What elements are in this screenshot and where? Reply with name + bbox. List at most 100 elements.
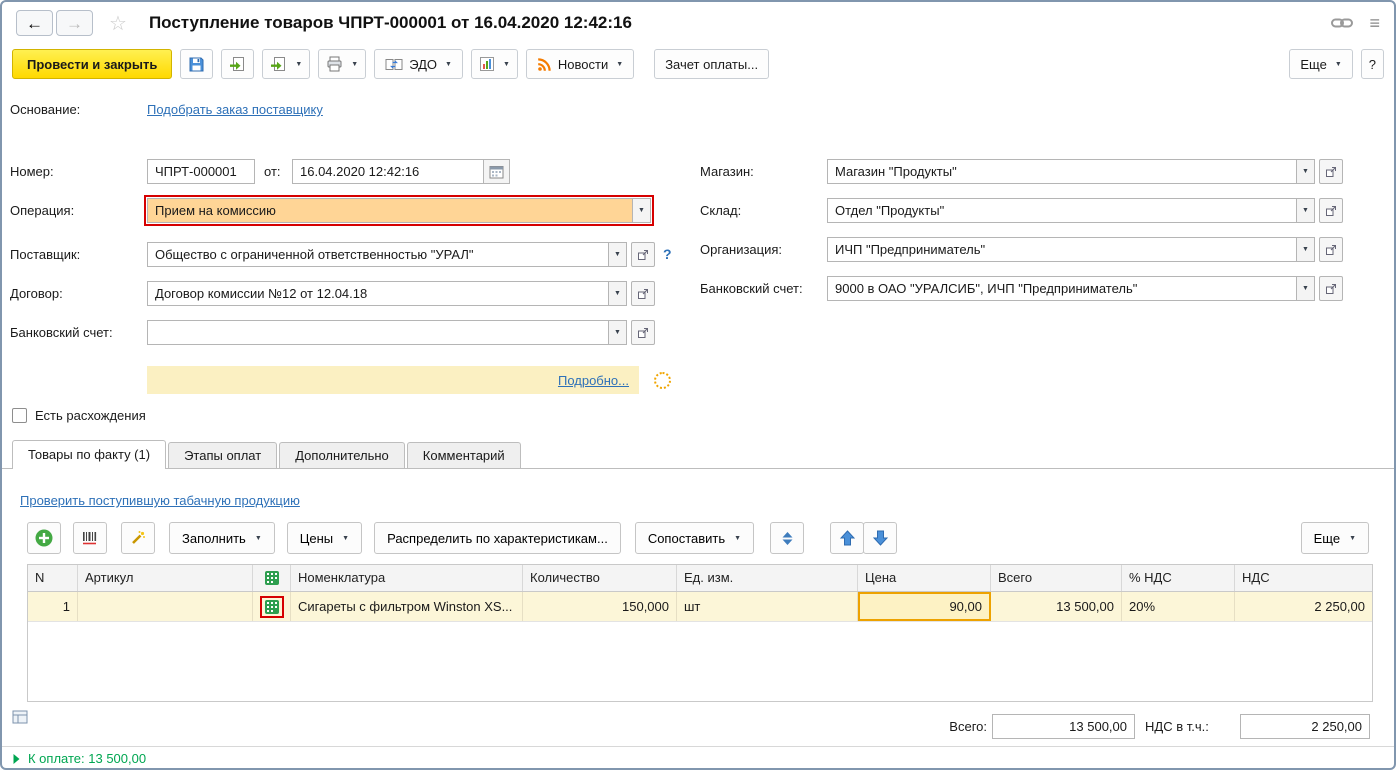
cell-n[interactable]: 1 xyxy=(28,592,78,621)
move-row-up-button[interactable] xyxy=(830,522,864,554)
match-button[interactable]: Сопоставить ▼ xyxy=(635,522,754,554)
tab-goods-actual[interactable]: Товары по факту (1) xyxy=(12,440,166,469)
organization-dropdown-button[interactable]: ▼ xyxy=(1297,237,1315,262)
post-document-button[interactable] xyxy=(221,49,254,79)
cell-marking[interactable] xyxy=(253,592,291,621)
sort-updown-button[interactable] xyxy=(770,522,804,554)
fill-button[interactable]: Заполнить ▼ xyxy=(169,522,275,554)
col-header-nomenclature[interactable]: Номенклатура xyxy=(291,565,523,591)
warehouse-open-button[interactable] xyxy=(1319,198,1343,223)
cell-price[interactable]: 90,00 xyxy=(858,592,991,621)
col-header-n[interactable]: N xyxy=(28,565,78,591)
payment-offset-button[interactable]: Зачет оплаты... xyxy=(654,49,769,79)
help-button[interactable]: ? xyxy=(1361,49,1384,79)
date-field[interactable]: 16.04.2020 12:42:16 xyxy=(292,159,510,184)
supplier-help-icon[interactable]: ? xyxy=(663,242,672,267)
store-open-button[interactable] xyxy=(1319,159,1343,184)
organization-open-button[interactable] xyxy=(1319,237,1343,262)
cell-unit[interactable]: шт xyxy=(677,592,858,621)
contract-value[interactable]: Договор комиссии №12 от 12.04.18 xyxy=(147,281,609,306)
supplier-value[interactable]: Общество с ограниченной ответственностью… xyxy=(147,242,609,267)
select-supplier-order-link[interactable]: Подобрать заказ поставщику xyxy=(147,97,323,122)
store-value[interactable]: Магазин "Продукты" xyxy=(827,159,1297,184)
barcode-scanner-button[interactable] xyxy=(73,522,107,554)
discrepancies-checkbox-row[interactable]: Есть расхождения xyxy=(12,408,146,423)
total-field[interactable]: 13 500,00 xyxy=(992,714,1135,739)
supplier-open-button[interactable] xyxy=(631,242,655,267)
news-button[interactable]: Новости ▼ xyxy=(526,49,634,79)
favorites-star-icon[interactable]: ☆ xyxy=(109,11,127,36)
back-button[interactable]: ← xyxy=(16,10,53,36)
org-bank-account-field[interactable]: 9000 в ОАО "УРАЛСИБ", ИЧП "Предпринимате… xyxy=(827,276,1343,301)
col-header-quantity[interactable]: Количество xyxy=(523,565,677,591)
bank-account-value[interactable] xyxy=(147,320,609,345)
magic-wand-button[interactable] xyxy=(121,522,155,554)
cell-article[interactable] xyxy=(78,592,253,621)
col-header-article[interactable]: Артикул xyxy=(78,565,253,591)
operation-dropdown-button[interactable]: ▼ xyxy=(633,198,651,223)
print-button[interactable]: ▼ xyxy=(318,49,366,79)
bank-account-dropdown-button[interactable]: ▼ xyxy=(609,320,627,345)
contract-dropdown-button[interactable]: ▼ xyxy=(609,281,627,306)
tab-comment[interactable]: Комментарий xyxy=(407,442,521,468)
more-button[interactable]: Еще ▼ xyxy=(1289,49,1352,79)
date-value[interactable]: 16.04.2020 12:42:16 xyxy=(292,159,484,184)
warehouse-field[interactable]: Отдел "Продукты" ▼ xyxy=(827,198,1343,223)
bank-account-open-button[interactable] xyxy=(631,320,655,345)
forward-button[interactable]: → xyxy=(56,10,93,36)
discrepancies-checkbox[interactable] xyxy=(12,408,27,423)
supplier-dropdown-button[interactable]: ▼ xyxy=(609,242,627,267)
col-header-price[interactable]: Цена xyxy=(858,565,991,591)
store-field[interactable]: Магазин "Продукты" ▼ xyxy=(827,159,1343,184)
operation-value[interactable]: Прием на комиссию xyxy=(147,198,633,223)
cell-vat-rate[interactable]: 20% xyxy=(1122,592,1235,621)
add-row-button[interactable] xyxy=(27,522,61,554)
post-and-close-button[interactable]: Провести и закрыть xyxy=(12,49,172,79)
cell-quantity[interactable]: 150,000 xyxy=(523,592,677,621)
number-field[interactable]: ЧПРТ-000001 xyxy=(147,159,255,184)
chevron-down-icon: ▼ xyxy=(1302,168,1309,175)
col-header-vat-rate[interactable]: % НДС xyxy=(1122,565,1235,591)
bank-account-field[interactable]: ▼ xyxy=(147,320,655,345)
reports-button[interactable]: ▼ xyxy=(471,49,518,79)
distribute-button[interactable]: Распределить по характеристикам... xyxy=(374,522,621,554)
cell-vat[interactable]: 2 250,00 xyxy=(1235,592,1372,621)
tab-payment-stages[interactable]: Этапы оплат xyxy=(168,442,277,468)
post-menu-button[interactable]: ▼ xyxy=(262,49,310,79)
supplier-field[interactable]: Общество с ограниченной ответственностью… xyxy=(147,242,655,267)
prices-button[interactable]: Цены ▼ xyxy=(287,522,362,554)
details-link[interactable]: Подробно... xyxy=(558,368,629,393)
payable-expander[interactable]: К оплате: 13 500,00 xyxy=(12,751,146,766)
cell-total[interactable]: 13 500,00 xyxy=(991,592,1122,621)
col-header-marking[interactable] xyxy=(253,565,291,591)
org-bank-account-open-button[interactable] xyxy=(1319,276,1343,301)
warehouse-value[interactable]: Отдел "Продукты" xyxy=(827,198,1297,223)
table-more-button[interactable]: Еще ▼ xyxy=(1301,522,1369,554)
calendar-button[interactable] xyxy=(484,159,510,184)
check-tobacco-link[interactable]: Проверить поступившую табачную продукцию xyxy=(20,488,300,513)
contract-field[interactable]: Договор комиссии №12 от 12.04.18 ▼ xyxy=(147,281,655,306)
summary-panel-icon[interactable] xyxy=(12,710,28,727)
contract-open-button[interactable] xyxy=(631,281,655,306)
save-button[interactable] xyxy=(180,49,213,79)
organization-field[interactable]: ИЧП "Предприниматель" ▼ xyxy=(827,237,1343,262)
command-bar: Провести и закрыть ▼ ▼ ЭДО ▼ ▼ Новости ▼ xyxy=(2,46,1394,82)
operation-field[interactable]: Прием на комиссию ▼ xyxy=(147,198,651,223)
organization-value[interactable]: ИЧП "Предприниматель" xyxy=(827,237,1297,262)
warehouse-dropdown-button[interactable]: ▼ xyxy=(1297,198,1315,223)
tab-additional[interactable]: Дополнительно xyxy=(279,442,405,468)
org-bank-account-dropdown-button[interactable]: ▼ xyxy=(1297,276,1315,301)
col-header-total[interactable]: Всего xyxy=(991,565,1122,591)
col-header-unit[interactable]: Ед. изм. xyxy=(677,565,858,591)
get-link-icon[interactable] xyxy=(1331,17,1353,29)
move-row-down-button[interactable] xyxy=(863,522,897,554)
table-row[interactable]: 1 Сигареты с фильтром Winston XS... 150,… xyxy=(28,592,1372,622)
number-value[interactable]: ЧПРТ-000001 xyxy=(147,159,255,184)
cell-nomenclature[interactable]: Сигареты с фильтром Winston XS... xyxy=(291,592,523,621)
window-menu-icon[interactable]: ≡ xyxy=(1369,13,1380,34)
org-bank-account-value[interactable]: 9000 в ОАО "УРАЛСИБ", ИЧП "Предпринимате… xyxy=(827,276,1297,301)
vat-total-field[interactable]: 2 250,00 xyxy=(1240,714,1370,739)
store-dropdown-button[interactable]: ▼ xyxy=(1297,159,1315,184)
col-header-vat[interactable]: НДС xyxy=(1235,565,1372,591)
edo-button[interactable]: ЭДО ▼ xyxy=(374,49,463,79)
